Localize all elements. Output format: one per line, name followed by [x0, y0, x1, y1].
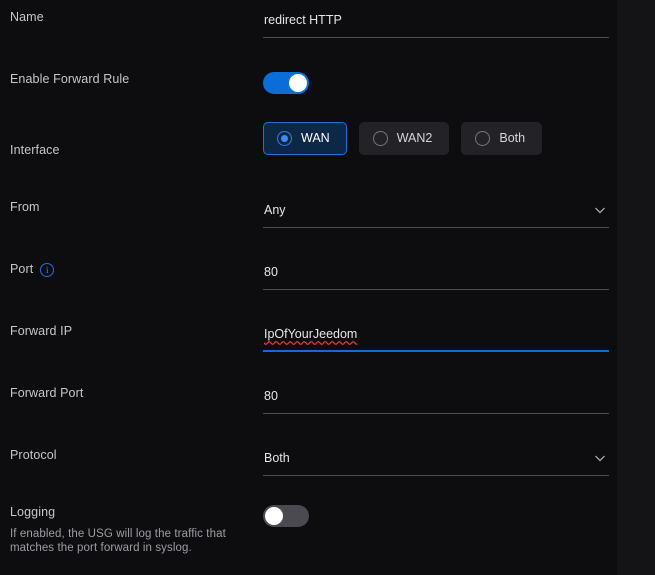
- control-interface: WAN WAN2 Both: [263, 122, 617, 155]
- logging-toggle[interactable]: [263, 505, 309, 527]
- radio-icon: [277, 131, 292, 146]
- interface-option-wan[interactable]: WAN: [263, 122, 347, 155]
- label-interface-text: Interface: [10, 143, 60, 157]
- label-forward-ip: Forward IP: [0, 324, 263, 339]
- form-row-port: Port i 80: [0, 262, 617, 290]
- toggle-knob: [265, 507, 283, 525]
- control-forward-ip: IpOfYourJeedom: [263, 324, 617, 352]
- protocol-select[interactable]: Both: [263, 448, 609, 476]
- forward-port-input[interactable]: 80: [263, 386, 609, 414]
- control-name: redirect HTTP: [263, 10, 617, 38]
- radio-icon: [372, 131, 388, 146]
- name-input[interactable]: redirect HTTP: [263, 10, 609, 38]
- control-protocol: Both: [263, 448, 617, 476]
- forward-ip-input[interactable]: IpOfYourJeedom: [263, 324, 609, 352]
- interface-option-both[interactable]: Both: [461, 122, 543, 155]
- control-from: Any: [263, 200, 617, 228]
- label-name-text: Name: [10, 10, 44, 24]
- control-enable-forward-rule: [263, 72, 617, 94]
- interface-option-wan-label: WAN: [301, 131, 330, 145]
- interface-option-wan2-label: WAN2: [396, 131, 433, 145]
- port-forward-form: Name redirect HTTP Enable Forward Rule I…: [0, 0, 655, 575]
- from-select-value: Any: [264, 203, 286, 217]
- label-name: Name: [0, 10, 263, 25]
- label-forward-port: Forward Port: [0, 386, 263, 401]
- info-icon[interactable]: i: [40, 262, 55, 277]
- label-protocol-text: Protocol: [10, 448, 57, 462]
- interface-option-wan2[interactable]: WAN2: [358, 122, 450, 155]
- protocol-select-value: Both: [264, 451, 290, 465]
- control-forward-port: 80: [263, 386, 617, 414]
- logging-helper-text: If enabled, the USG will log the traffic…: [10, 528, 226, 554]
- panel-gutter: [617, 0, 655, 575]
- label-logging: Logging If enabled, the USG will log the…: [0, 505, 263, 555]
- port-input[interactable]: 80: [263, 262, 609, 290]
- form-row-interface: Interface WAN WAN2 Both: [0, 122, 617, 158]
- label-protocol: Protocol: [0, 448, 263, 463]
- interface-radio-group: WAN WAN2 Both: [263, 122, 617, 155]
- interface-option-both-label: Both: [499, 131, 526, 145]
- label-logging-text: Logging: [10, 505, 56, 519]
- label-enable-forward-rule: Enable Forward Rule: [0, 72, 263, 87]
- label-forward-ip-text: Forward IP: [10, 324, 73, 338]
- from-select[interactable]: Any: [263, 200, 609, 228]
- label-from: From: [0, 200, 263, 215]
- label-port: Port i: [0, 262, 263, 277]
- port-input-value: 80: [264, 265, 278, 279]
- control-port: 80: [263, 262, 617, 290]
- form-row-logging: Logging If enabled, the USG will log the…: [0, 505, 617, 555]
- form-row-forward-ip: Forward IP IpOfYourJeedom: [0, 324, 617, 352]
- chevron-down-icon: [593, 451, 607, 465]
- toggle-knob: [289, 74, 307, 92]
- forward-ip-input-value: IpOfYourJeedom: [264, 327, 358, 341]
- label-enable-forward-rule-text: Enable Forward Rule: [10, 72, 130, 86]
- form-row-protocol: Protocol Both: [0, 448, 617, 476]
- chevron-down-icon: [593, 203, 607, 217]
- label-forward-port-text: Forward Port: [10, 386, 84, 400]
- name-input-value: redirect HTTP: [264, 13, 342, 27]
- enable-forward-rule-toggle[interactable]: [263, 72, 309, 94]
- radio-icon: [475, 131, 491, 146]
- label-from-text: From: [10, 200, 40, 214]
- form-row-name: Name redirect HTTP: [0, 10, 617, 38]
- label-port-text: Port: [10, 262, 34, 276]
- control-logging: [263, 505, 617, 527]
- forward-port-input-value: 80: [264, 389, 278, 403]
- form-row-enable-forward-rule: Enable Forward Rule: [0, 72, 617, 94]
- label-interface: Interface: [0, 134, 263, 158]
- form-row-from: From Any: [0, 200, 617, 228]
- form-row-forward-port: Forward Port 80: [0, 386, 617, 414]
